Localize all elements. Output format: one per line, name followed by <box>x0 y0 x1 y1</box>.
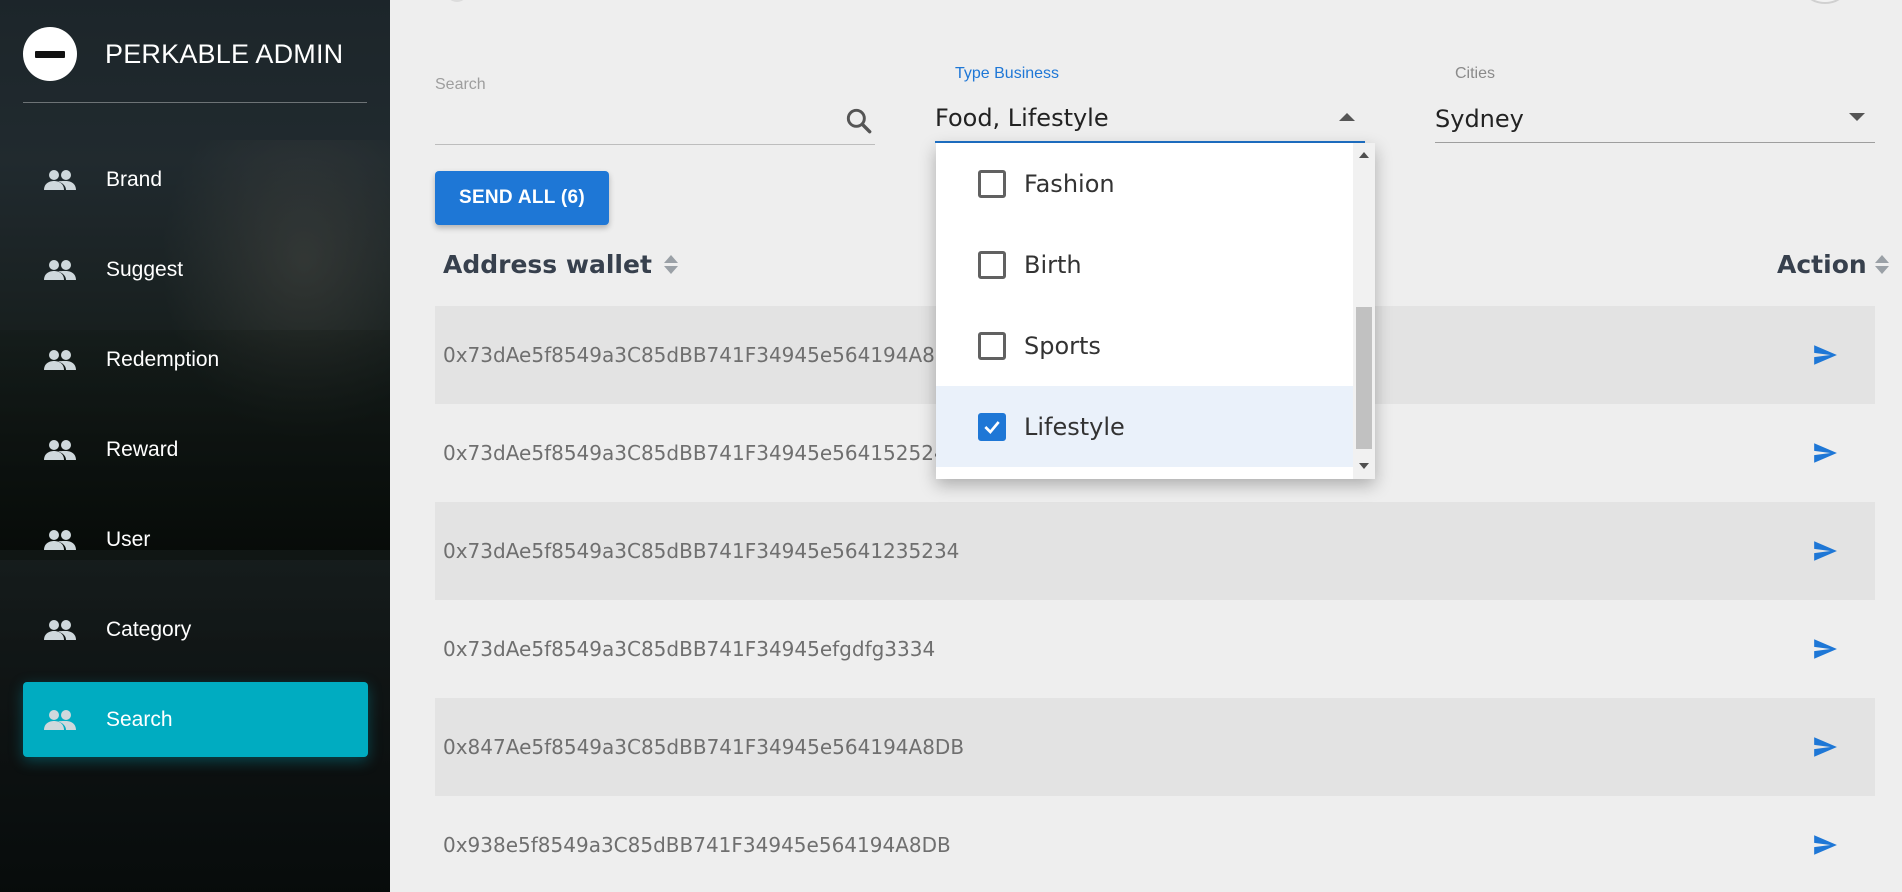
dropdown-option-label: Lifestyle <box>1024 412 1125 441</box>
address-wallet-header[interactable]: Address wallet <box>443 250 678 279</box>
sidebar-item-category[interactable]: Category <box>23 592 368 667</box>
sidebar: PERKABLE ADMIN Brand Suggest Redemption Rew… <box>0 0 390 892</box>
app-title: PERKABLE ADMIN <box>105 38 344 69</box>
wallet-address: 0x73dAe5f8549a3C85dBB741F34945efgdfg3334 <box>443 637 936 661</box>
dropdown-option-label: Fashion <box>1024 169 1115 198</box>
wallet-address: 0x73dAe5f8549a3C85dBB741F34945e564152524… <box>443 441 960 465</box>
search-icon[interactable] <box>843 105 875 137</box>
send-icon[interactable] <box>1811 734 1839 760</box>
chevron-down-icon <box>1849 113 1865 121</box>
wallet-address: 0x73dAe5f8549a3C85dBB741F34945e564123523… <box>443 539 960 563</box>
cities-value: Sydney <box>1435 104 1524 133</box>
sidebar-item-user[interactable]: User <box>23 502 368 577</box>
action-header-label: Action <box>1777 250 1867 279</box>
checkbox-icon[interactable] <box>978 169 1006 198</box>
wallet-address: 0x73dAe5f8549a3C85dBB741F34945e564194A8D… <box>443 343 977 367</box>
checkbox-icon[interactable] <box>978 250 1006 279</box>
sidebar-item-brand[interactable]: Brand <box>23 142 368 217</box>
dropdown-option-fashion[interactable]: Fashion <box>936 143 1375 224</box>
sidebar-item-label: Redemption <box>106 347 220 371</box>
chevron-up-icon <box>1339 113 1355 121</box>
scroll-down-icon[interactable] <box>1359 463 1369 469</box>
wallet-address: 0x938e5f8549a3C85dBB741F34945e564194A8DB <box>443 833 951 857</box>
checkbox-icon[interactable] <box>978 331 1006 360</box>
sidebar-item-suggest[interactable]: Suggest <box>23 232 368 307</box>
table-row: 0x73dAe5f8549a3C85dBB741F34945e564123523… <box>435 502 1875 600</box>
search-input[interactable] <box>435 95 825 143</box>
people-icon <box>42 618 78 642</box>
sidebar-item-label: Category <box>106 617 192 641</box>
sidebar-item-label: Brand <box>106 167 163 191</box>
people-icon <box>42 348 78 372</box>
header-icon[interactable] <box>446 0 468 2</box>
sort-icon[interactable] <box>1874 255 1889 274</box>
send-all-button[interactable]: SEND ALL (6) <box>435 171 609 225</box>
avatar[interactable] <box>1797 0 1853 4</box>
checkbox-checked-icon[interactable] <box>978 412 1006 441</box>
wallet-address: 0x847Ae5f8549a3C85dBB741F34945e564194A8D… <box>443 735 965 759</box>
dropdown-option-sports[interactable]: Sports <box>936 305 1375 386</box>
sidebar-item-redemption[interactable]: Redemption <box>23 322 368 397</box>
search-field[interactable] <box>435 95 875 145</box>
sidebar-item-label: Search <box>106 707 173 731</box>
sidebar-item-label: User <box>106 527 151 551</box>
sidebar-item-reward[interactable]: Reward <box>23 412 368 487</box>
cities-label: Cities <box>1455 65 1496 82</box>
people-icon <box>42 528 78 552</box>
send-icon[interactable] <box>1811 832 1839 858</box>
people-icon <box>42 258 78 282</box>
send-icon[interactable] <box>1811 342 1839 368</box>
brand[interactable]: PERKABLE ADMIN <box>23 26 343 82</box>
dropdown-scrollbar[interactable] <box>1353 143 1375 479</box>
sidebar-item-search[interactable]: Search <box>23 682 368 757</box>
send-icon[interactable] <box>1811 440 1839 466</box>
dropdown-option-label: Sports <box>1024 331 1101 360</box>
type-business-label: Type Business <box>955 65 1060 82</box>
people-icon <box>42 168 78 192</box>
send-icon[interactable] <box>1811 636 1839 662</box>
table-row: 0x847Ae5f8549a3C85dBB741F34945e564194A8D… <box>435 698 1875 796</box>
dropdown-option-birth[interactable]: Birth <box>936 224 1375 305</box>
search-label: Search <box>435 76 486 93</box>
dropdown-option-lifestyle[interactable]: Lifestyle <box>936 386 1375 467</box>
dropdown-option-label: Birth <box>1024 250 1082 279</box>
scrollbar-thumb[interactable] <box>1356 307 1372 449</box>
sidebar-item-label: Reward <box>106 437 179 461</box>
address-wallet-header-label: Address wallet <box>443 250 652 279</box>
scroll-up-icon[interactable] <box>1359 152 1369 158</box>
send-icon[interactable] <box>1811 538 1839 564</box>
people-icon <box>42 708 78 732</box>
type-business-dropdown: Fashion Birth Sports Lifestyle <box>936 143 1375 479</box>
table-row: 0x938e5f8549a3C85dBB741F34945e564194A8DB <box>435 796 1875 892</box>
perkable-logo-icon <box>23 27 77 81</box>
type-business-select[interactable]: Food, Lifestyle <box>935 95 1365 143</box>
table-row: 0x73dAe5f8549a3C85dBB741F34945efgdfg3334 <box>435 600 1875 698</box>
cities-select[interactable]: Sydney <box>1435 95 1875 143</box>
sidebar-nav: Brand Suggest Redemption Reward User Category… <box>23 142 368 772</box>
action-header[interactable]: Action <box>1777 250 1889 279</box>
sidebar-item-label: Suggest <box>106 257 184 281</box>
dropdown-options: Fashion Birth Sports Lifestyle <box>936 143 1375 467</box>
people-icon <box>42 438 78 462</box>
sort-icon[interactable] <box>663 255 678 274</box>
type-business-value: Food, Lifestyle <box>935 104 1109 132</box>
brand-divider <box>23 102 367 103</box>
